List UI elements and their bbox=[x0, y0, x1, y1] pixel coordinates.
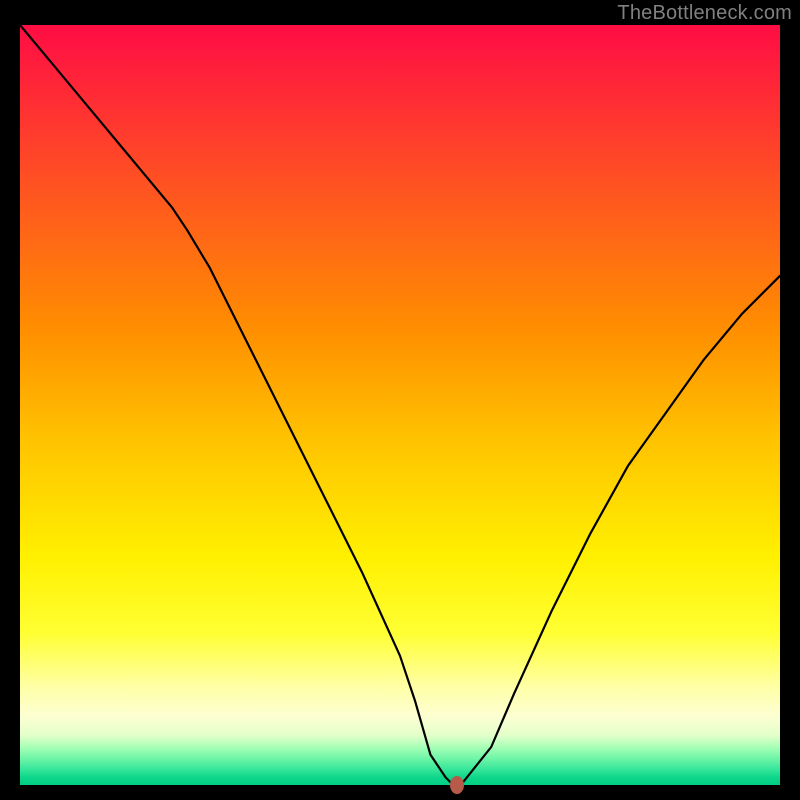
chart-container: TheBottleneck.com bbox=[0, 0, 800, 800]
plot-area bbox=[20, 25, 780, 785]
curve-path bbox=[20, 25, 780, 785]
watermark-text: TheBottleneck.com bbox=[617, 2, 792, 25]
bottleneck-curve bbox=[20, 25, 780, 785]
minimum-marker bbox=[450, 776, 464, 794]
